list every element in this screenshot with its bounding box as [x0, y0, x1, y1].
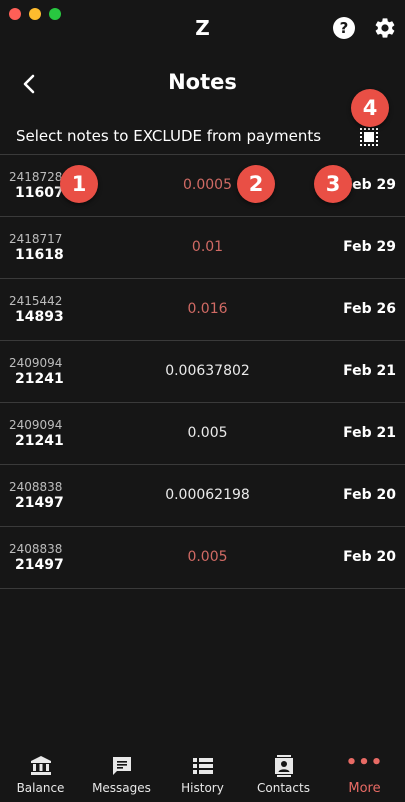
note-row[interactable]: 2415442 14893 0.016 Feb 26 [0, 278, 405, 340]
note-amount: 0.005 [187, 549, 228, 565]
history-icon [193, 758, 213, 774]
more-icon: ••• [345, 752, 384, 773]
note-row[interactable]: 2408838 21497 0.00062198 Feb 20 [0, 464, 405, 526]
note-height: 2415442 [9, 294, 63, 308]
note-confirmations: 14893 [15, 309, 64, 325]
note-date: Feb 20 [343, 549, 396, 565]
note-date: Feb 21 [343, 425, 396, 441]
annotation-badge-1: 1 [60, 165, 98, 203]
note-height: 2418717 [9, 232, 63, 246]
note-date: Feb 20 [343, 487, 396, 503]
note-date: Feb 29 [343, 239, 396, 255]
note-row[interactable]: 2408838 21497 0.005 Feb 20 [0, 526, 405, 589]
tab-label: More [348, 781, 381, 796]
tab-label: Contacts [257, 781, 310, 795]
note-amount: 0.01 [191, 239, 224, 255]
note-height: 2409094 [9, 418, 63, 432]
select-all-icon[interactable] [358, 126, 380, 148]
note-confirmations: 11618 [15, 247, 64, 263]
note-height: 2408838 [9, 480, 63, 494]
note-row[interactable]: 2418717 11618 0.01 Feb 29 [0, 216, 405, 278]
title-bar: Z ? [0, 0, 405, 58]
tab-more[interactable]: ••• More [324, 742, 405, 802]
annotation-badge-3: 3 [314, 165, 352, 203]
contacts-icon [275, 755, 293, 777]
instruction-text: Select notes to EXCLUDE from payments [16, 127, 322, 145]
note-amount: 0.00637802 [165, 363, 250, 379]
note-height: 2418728 [9, 170, 63, 184]
tab-contacts[interactable]: Contacts [243, 742, 324, 802]
annotation-badge-4: 4 [351, 89, 389, 127]
gear-icon[interactable] [373, 16, 397, 40]
bank-icon [31, 756, 51, 775]
note-amount: 0.00062198 [165, 487, 250, 503]
note-confirmations: 21497 [15, 495, 64, 511]
note-amount: 0.005 [187, 425, 228, 441]
note-date: Feb 21 [343, 363, 396, 379]
navigation-header: Notes [0, 60, 405, 110]
tab-history[interactable]: History [162, 742, 243, 802]
notes-list: 2418728 11607 0.0005 Feb 29 2418717 1161… [0, 154, 405, 589]
note-confirmations: 21241 [15, 371, 64, 387]
note-confirmations: 21497 [15, 557, 64, 573]
tab-label: Balance [16, 781, 65, 795]
bottom-tab-bar: Balance Messages History Contacts ••• Mo… [0, 742, 405, 802]
message-icon [113, 757, 131, 775]
note-row[interactable]: 2409094 21241 0.00637802 Feb 21 [0, 340, 405, 402]
tab-label: Messages [92, 781, 151, 795]
help-icon[interactable]: ? [333, 17, 355, 39]
note-height: 2408838 [9, 542, 63, 556]
note-date: Feb 26 [343, 301, 396, 317]
note-confirmations: 21241 [15, 433, 64, 449]
tab-balance[interactable]: Balance [0, 742, 81, 802]
note-height: 2409094 [9, 356, 63, 370]
page-title: Notes [168, 70, 237, 94]
tab-messages[interactable]: Messages [81, 742, 162, 802]
note-amount: 0.016 [187, 301, 228, 317]
note-confirmations: 11607 [15, 185, 64, 201]
tab-label: History [181, 781, 224, 795]
annotation-badge-2: 2 [237, 165, 275, 203]
note-row[interactable]: 2409094 21241 0.005 Feb 21 [0, 402, 405, 464]
